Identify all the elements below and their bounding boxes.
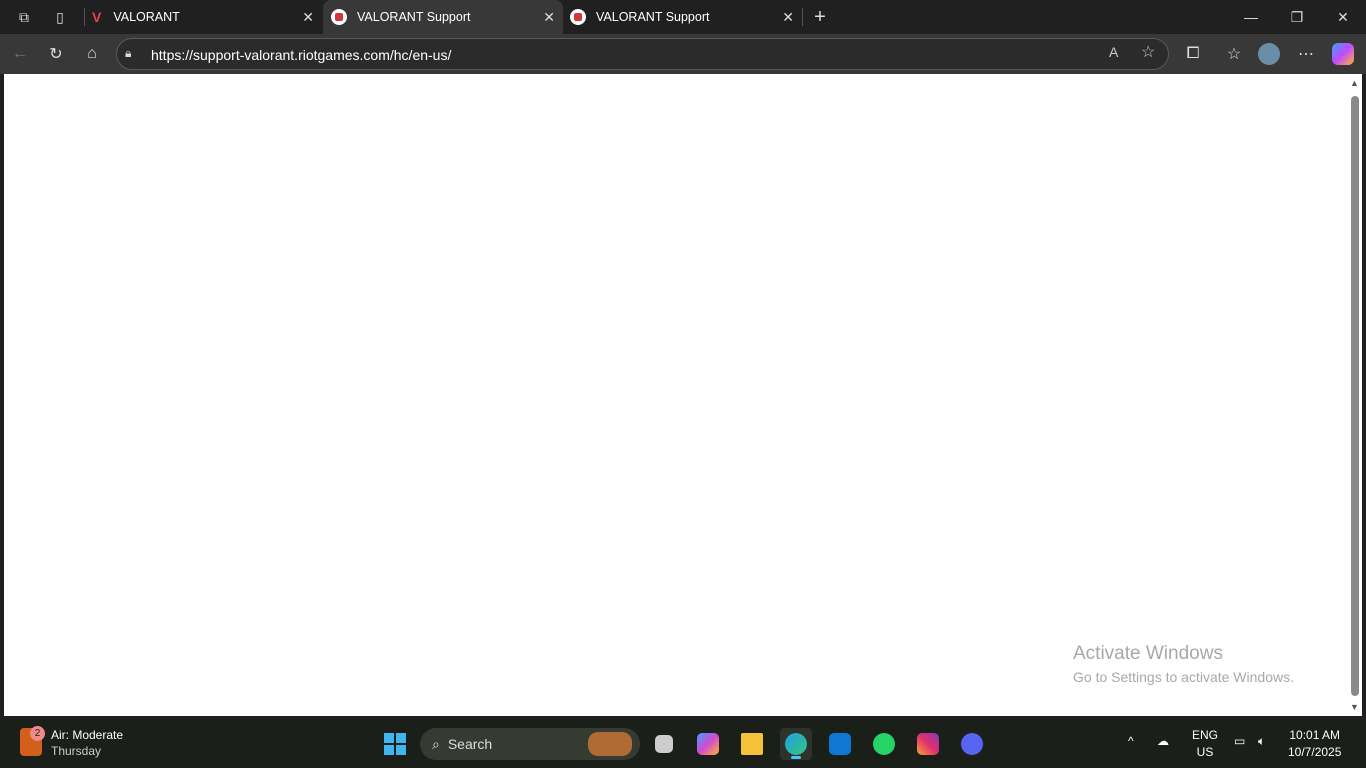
close-tab-icon[interactable]: ✕: [782, 9, 794, 26]
scrollbar[interactable]: ▲ ▼: [1348, 74, 1362, 716]
taskbar: 2 Air: Moderate Thursday ⌕ Search ^ ☁ EN…: [0, 720, 1366, 768]
search-icon: ⌕: [432, 735, 440, 752]
scrollbar-thumb[interactable]: [1351, 96, 1359, 696]
close-window-button[interactable]: ✕: [1320, 0, 1366, 34]
clock[interactable]: 10:01 AM 10/7/2025: [1288, 728, 1341, 759]
show-hidden-icons[interactable]: ^: [1128, 734, 1134, 748]
tab-bar: ⧉ ▯ V VALORANT ✕ VALORANT Support ✕ VALO…: [0, 0, 1366, 34]
copilot-icon[interactable]: [1332, 43, 1354, 65]
tab-title: VALORANT Support: [596, 10, 710, 24]
tab-valorant-support[interactable]: VALORANT Support ✕: [562, 0, 802, 34]
new-tab-button[interactable]: +: [809, 6, 831, 28]
instagram-icon[interactable]: [912, 728, 944, 760]
tab-valorant-support-active[interactable]: VALORANT Support ✕: [323, 0, 563, 34]
valorant-logo-icon: V: [92, 9, 102, 25]
weather-status: Air: Moderate: [51, 728, 124, 742]
weather-widget[interactable]: 2 Air: Moderate Thursday: [20, 726, 124, 758]
restore-button[interactable]: ❐: [1274, 0, 1320, 34]
browser-toolbar: ← ↻ ⌂ 🔒︎ https://support-valorant.riotga…: [0, 34, 1366, 74]
back-button[interactable]: ←: [9, 43, 31, 65]
edge-app-icon[interactable]: [780, 728, 812, 760]
date: 10/7/2025: [1288, 745, 1342, 759]
riot-favicon-icon: [570, 9, 586, 25]
minimize-button[interactable]: —: [1228, 0, 1274, 34]
copilot-app-icon[interactable]: [692, 728, 724, 760]
riot-favicon-icon: [331, 9, 347, 25]
search-label: Search: [447, 736, 493, 752]
close-tab-icon[interactable]: ✕: [302, 9, 314, 26]
divider: [84, 8, 85, 26]
whatsapp-icon[interactable]: [868, 728, 900, 760]
lock-icon[interactable]: 🔒︎: [125, 46, 131, 61]
watermark-title: Activate Windows: [1073, 643, 1223, 664]
time: 10:01 AM: [1289, 728, 1341, 742]
notification-badge: 2: [30, 726, 45, 741]
divider: [802, 8, 803, 26]
watermark-subtitle: Go to Settings to activate Windows.: [1073, 669, 1294, 685]
home-button[interactable]: ⌂: [81, 43, 103, 65]
file-explorer-icon[interactable]: [736, 728, 768, 760]
profile-avatar[interactable]: [1258, 43, 1280, 65]
discord-icon[interactable]: [956, 728, 988, 760]
scroll-down-icon[interactable]: ▼: [1350, 702, 1359, 712]
workspaces-icon[interactable]: ⧉: [13, 6, 35, 28]
address-bar[interactable]: 🔒︎ https://support-valorant.riotgames.co…: [116, 38, 1169, 70]
onedrive-icon[interactable]: ☁: [1157, 734, 1169, 748]
active-indicator: [791, 756, 801, 759]
url-text[interactable]: https://support-valorant.riotgames.com/h…: [151, 47, 451, 63]
page-content: [4, 74, 1348, 716]
keyboard-region: US: [1196, 745, 1214, 759]
search-highlight-icon: [588, 732, 632, 756]
task-view-icon[interactable]: [648, 728, 680, 760]
weather-day: Thursday: [51, 744, 102, 758]
volume-icon[interactable]: 🔈︎: [1258, 734, 1265, 749]
tab-valorant[interactable]: V VALORANT ✕: [86, 0, 322, 34]
favorites-icon[interactable]: ☆: [1223, 43, 1245, 65]
language-code: ENG: [1192, 728, 1219, 742]
taskbar-search[interactable]: ⌕ Search: [420, 728, 640, 760]
read-aloud-icon[interactable]: A: [1109, 44, 1118, 60]
extensions-icon[interactable]: ⧠: [1182, 43, 1204, 65]
refresh-button[interactable]: ↻: [45, 43, 67, 65]
network-icon[interactable]: ▭: [1234, 734, 1245, 748]
tab-title: VALORANT Support: [357, 10, 471, 24]
close-tab-icon[interactable]: ✕: [543, 9, 555, 26]
scroll-up-icon[interactable]: ▲: [1350, 78, 1359, 88]
vertical-tabs-icon[interactable]: ▯: [49, 6, 71, 28]
more-menu-icon[interactable]: ⋯: [1295, 43, 1317, 65]
outlook-icon[interactable]: [824, 728, 856, 760]
tab-title: VALORANT: [113, 10, 180, 24]
activate-windows-watermark: Activate Windows Go to Settings to activ…: [1073, 643, 1294, 685]
favorite-star-icon[interactable]: ☆: [1141, 42, 1155, 62]
language-indicator[interactable]: ENG US: [1192, 728, 1218, 759]
start-button[interactable]: [384, 733, 406, 755]
weather-icon: 2: [20, 726, 45, 756]
